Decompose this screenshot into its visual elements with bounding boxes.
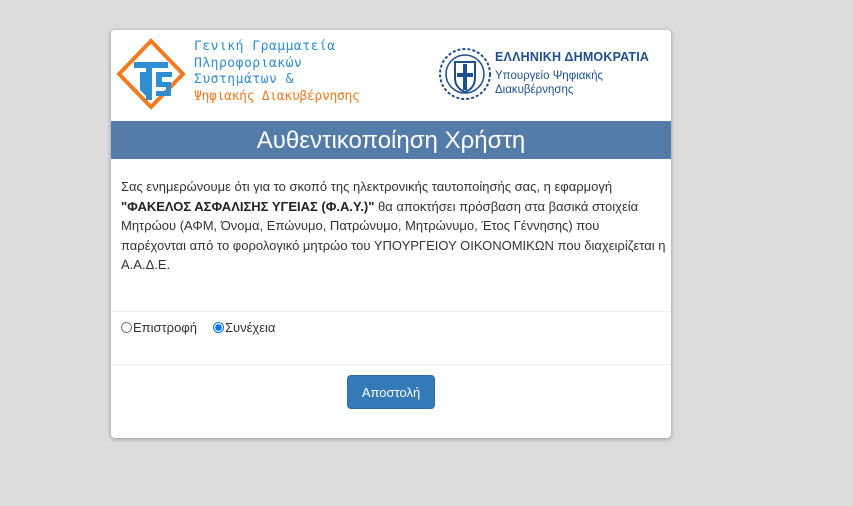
header-logos: Γενική Γραμματεία Πληροφοριακών Συστημάτ…: [111, 30, 671, 121]
continue-label: Συνέχεια: [224, 320, 276, 335]
gsis-line-3: Συστημάτων &: [194, 72, 294, 87]
greek-emblem-icon: [439, 48, 491, 100]
ministry-line-2: Διακυβέρνησης: [495, 84, 574, 96]
divider: [111, 311, 671, 312]
application-name: "ΦΑΚΕΛΟΣ ΑΣΦΑΛΙΣΗΣ ΥΓΕΙΑΣ (Φ.Α.Υ.)": [121, 198, 375, 214]
gsis-logo-icon: [116, 38, 186, 110]
authentication-card: Γενική Γραμματεία Πληροφοριακών Συστημάτ…: [111, 30, 671, 438]
gsis-line-2: Πληροφοριακών: [194, 55, 303, 71]
continue-radio[interactable]: [212, 322, 224, 333]
page-title: Αυθεντικοποίηση Χρήστη: [111, 121, 671, 159]
consent-message: Σας ενημερώνουμε ότι για το σκοπό της ηλ…: [121, 177, 666, 275]
ministry-line-1: Υπουργείο Ψηφιακής: [495, 70, 604, 82]
back-option[interactable]: Επιστροφή: [119, 320, 197, 335]
back-label: Επιστροφή: [133, 320, 197, 335]
gov-name: ΕΛΛΗΝΙΚΗ ΔΗΜΟΚΡΑΤΙΑ Υπουργείο Ψηφιακής Δ…: [495, 50, 649, 97]
gsis-line-1: Γενική Γραμματεία: [194, 39, 336, 54]
gov-title: ΕΛΛΗΝΙΚΗ ΔΗΜΟΚΡΑΤΙΑ: [495, 50, 650, 64]
continue-option[interactable]: Συνέχεια: [211, 320, 275, 335]
choice-group: Επιστροφή Συνέχεια: [119, 320, 289, 335]
gsis-name: Γενική Γραμματεία Πληροφοριακών Συστημάτ…: [194, 39, 360, 105]
ministry-name: Υπουργείο Ψηφιακής Διακυβέρνησης: [495, 69, 649, 97]
divider: [111, 364, 671, 365]
gsis-line-4: Ψηφιακής Διακυβέρνησης: [194, 88, 360, 104]
message-intro: Σας ενημερώνουμε ότι για το σκοπό της ηλ…: [121, 179, 613, 194]
back-radio[interactable]: [121, 322, 132, 333]
submit-button[interactable]: Αποστολή: [347, 375, 435, 409]
